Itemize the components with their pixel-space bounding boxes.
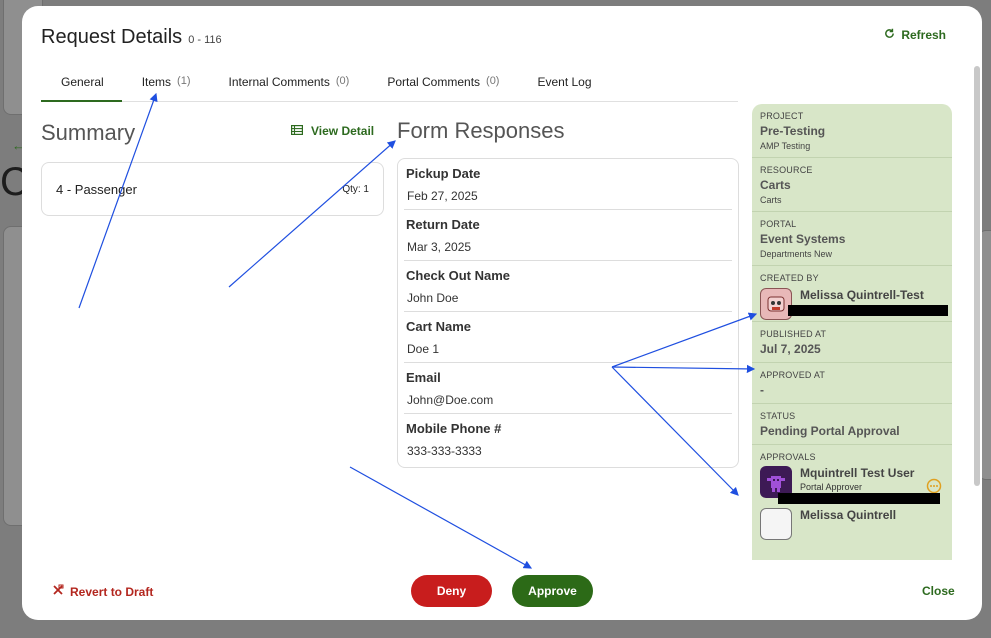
second-approver-name: Melissa Quintrell	[800, 508, 897, 522]
redaction-bar	[788, 305, 948, 316]
revert-to-draft-button[interactable]: Revert to Draft	[52, 584, 153, 599]
field-value: 333-333-3333	[407, 444, 482, 458]
creator-name: Melissa Quintrell-Test	[800, 288, 924, 302]
tab-portal-comments[interactable]: Portal Comments (0)	[367, 68, 517, 102]
creator-person: Melissa Quintrell-Test	[760, 288, 948, 320]
redaction-bar	[778, 493, 940, 504]
field-value: John Doe	[407, 291, 459, 305]
resource-value: Carts	[760, 178, 791, 192]
form-field-pickup-date: Pickup Date Feb 27, 2025	[404, 159, 732, 210]
tab-count: (1)	[177, 75, 191, 87]
view-detail-button[interactable]: View Detail	[291, 124, 374, 138]
form-field-return-date: Return Date Mar 3, 2025	[404, 210, 732, 261]
field-value: Mar 3, 2025	[407, 240, 472, 254]
tab-items[interactable]: Items (1)	[122, 68, 209, 102]
modal-title: Request Details 0 - 116	[41, 26, 222, 49]
approvals-block: APPROVALS Mquintrell Test User Portal Ap…	[752, 445, 952, 546]
tab-label: Portal Comments	[387, 75, 481, 89]
form-responses-heading: Form Responses	[397, 118, 565, 143]
tab-label: General	[61, 75, 104, 89]
field-value: Doe 1	[407, 342, 440, 356]
request-details-modal: Request Details 0 - 116 Refresh General I…	[22, 6, 982, 620]
tab-bar: General Items (1) Internal Comments (0) …	[41, 68, 738, 102]
approvals-label: APPROVALS	[760, 452, 816, 462]
approve-button[interactable]: Approve	[512, 575, 593, 607]
portal-value: Event Systems	[760, 232, 846, 246]
approver-person: Mquintrell Test User Portal Approver	[760, 466, 944, 504]
created-by-block: CREATED BY Melissa Quintrell-Test	[752, 266, 952, 322]
project-value: Pre-Testing	[760, 124, 826, 138]
refresh-button[interactable]: Refresh	[884, 28, 946, 42]
field-label: Cart Name	[406, 319, 472, 334]
second-approver-person: Melissa Quintrell	[760, 508, 944, 540]
published-at-block: PUBLISHED AT Jul 7, 2025	[752, 322, 952, 363]
published-at-label: PUBLISHED AT	[760, 329, 827, 339]
summary-heading: Summary	[41, 120, 136, 145]
sidebar-scrollbar[interactable]	[974, 66, 980, 486]
resource-label: RESOURCE	[760, 165, 813, 175]
request-info-sidebar: PROJECT Pre-Testing AMP Testing RESOURCE…	[752, 104, 952, 560]
deny-button[interactable]: Deny	[411, 575, 492, 607]
tab-label: Items	[141, 75, 172, 89]
field-value: Feb 27, 2025	[407, 189, 478, 203]
approved-at-label: APPROVED AT	[760, 370, 826, 380]
form-field-cart-name: Cart Name Doe 1	[404, 312, 732, 363]
status-label: STATUS	[760, 411, 796, 421]
form-responses-list: Pickup Date Feb 27, 2025 Return Date Mar…	[397, 158, 739, 468]
form-field-check-out-name: Check Out Name John Doe	[404, 261, 732, 312]
approver-name: Mquintrell Test User	[800, 466, 915, 480]
portal-subvalue: Departments New	[760, 249, 833, 259]
portal-block: PORTAL Event Systems Departments New	[752, 212, 952, 266]
status-block: STATUS Pending Portal Approval	[752, 404, 952, 445]
second-approver-avatar	[760, 508, 792, 540]
field-label: Email	[406, 370, 441, 385]
project-subvalue: AMP Testing	[760, 141, 811, 151]
status-value: Pending Portal Approval	[760, 424, 900, 438]
revert-label: Revert to Draft	[70, 584, 154, 599]
tab-internal-comments[interactable]: Internal Comments (0)	[209, 68, 368, 102]
tab-general[interactable]: General	[41, 68, 122, 102]
tab-count: (0)	[335, 75, 350, 87]
published-at-value: Jul 7, 2025	[760, 342, 821, 356]
tab-event-log[interactable]: Event Log	[517, 68, 609, 102]
portal-label: PORTAL	[760, 219, 797, 229]
approved-at-block: APPROVED AT -	[752, 363, 952, 404]
tab-count: (0)	[486, 75, 500, 87]
field-value: John@Doe.com	[407, 393, 494, 407]
field-label: Pickup Date	[406, 166, 481, 181]
close-button[interactable]: Close	[922, 584, 955, 598]
resource-block: RESOURCE Carts Carts	[752, 158, 952, 212]
created-by-label: CREATED BY	[760, 273, 819, 283]
approved-at-value: -	[760, 383, 764, 397]
item-name: 4 - Passenger	[56, 181, 137, 197]
item-quantity: Qty: 1	[342, 183, 369, 195]
request-id: 0 - 116	[188, 34, 222, 46]
refresh-icon	[884, 28, 895, 42]
project-label: PROJECT	[760, 111, 804, 121]
item-card[interactable]: 4 - Passenger Qty: 1	[41, 162, 384, 216]
form-field-email: Email John@Doe.com	[404, 363, 732, 414]
modal-title-text: Request Details	[41, 26, 183, 48]
tab-label: Internal Comments	[228, 75, 330, 89]
resource-subvalue: Carts	[760, 195, 782, 205]
project-block: PROJECT Pre-Testing AMP Testing	[752, 104, 952, 158]
table-icon	[291, 124, 304, 138]
revert-icon	[52, 584, 64, 599]
refresh-label: Refresh	[901, 28, 946, 42]
form-field-mobile-phone: Mobile Phone # 333-333-3333	[404, 414, 732, 465]
field-label: Check Out Name	[406, 268, 511, 283]
field-label: Mobile Phone #	[406, 421, 502, 436]
field-label: Return Date	[406, 217, 480, 232]
view-detail-label: View Detail	[311, 124, 375, 138]
approver-role: Portal Approver	[800, 482, 863, 492]
tab-label: Event Log	[537, 75, 592, 89]
